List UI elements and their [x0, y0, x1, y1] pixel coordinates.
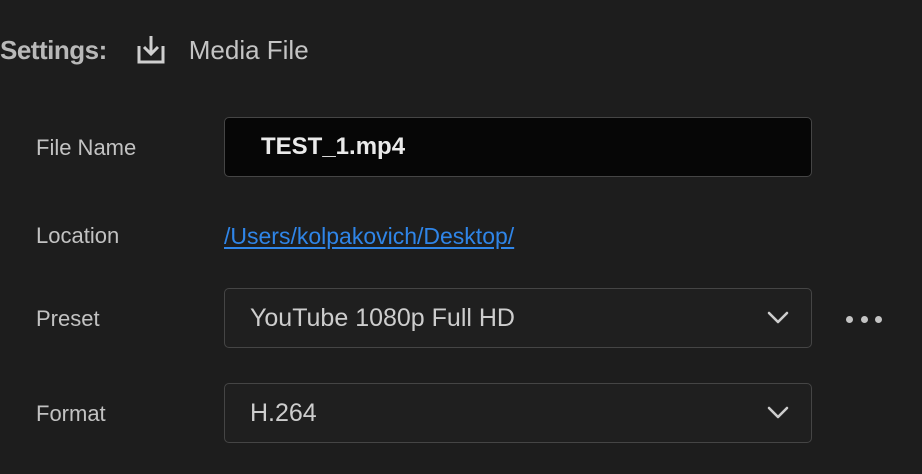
file-name-value: TEST_1.mp4 — [261, 133, 406, 160]
settings-label: Settings: — [0, 34, 107, 65]
export-settings-panel: Settings: Media File File Name TEST_1.mp… — [0, 0, 922, 474]
more-dot — [846, 315, 853, 323]
preset-dropdown[interactable]: YouTube 1080p Full HD — [224, 288, 812, 348]
settings-header: Settings: Media File — [0, 28, 309, 72]
more-dot — [860, 315, 868, 323]
more-horizontal-icon[interactable] — [846, 309, 882, 329]
format-label: Format — [36, 401, 106, 426]
download-tray-icon — [135, 34, 167, 66]
location-row: Location /Users/kolpakovich/Desktop/ — [0, 218, 922, 254]
location-label: Location — [36, 223, 120, 248]
media-file-title: Media File — [188, 34, 309, 65]
format-value: H.264 — [250, 398, 317, 427]
chevron-down-icon — [767, 311, 789, 325]
preset-label: Preset — [36, 306, 100, 331]
file-name-input[interactable]: TEST_1.mp4 — [224, 117, 812, 177]
file-name-row: File Name TEST_1.mp4 — [0, 117, 922, 179]
location-link[interactable]: /Users/kolpakovich/Desktop/ — [224, 223, 514, 250]
format-row: Format H.264 — [0, 383, 922, 445]
format-dropdown[interactable]: H.264 — [224, 383, 812, 443]
more-dot — [875, 315, 882, 323]
file-name-label: File Name — [36, 135, 137, 160]
preset-value: YouTube 1080p Full HD — [250, 303, 515, 332]
preset-row: Preset YouTube 1080p Full HD — [0, 288, 922, 350]
chevron-down-icon — [767, 406, 789, 420]
